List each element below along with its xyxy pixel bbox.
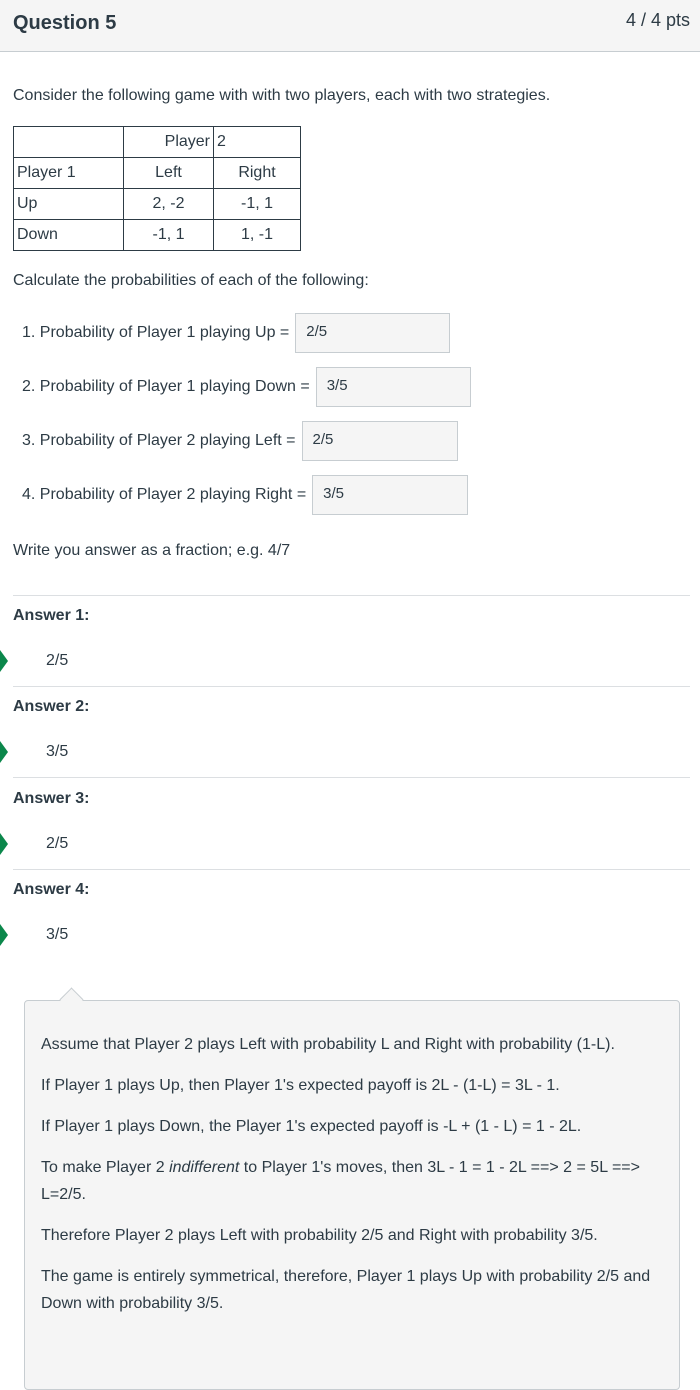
table-cell: 1, -1 <box>213 219 301 251</box>
table-cell <box>13 126 124 158</box>
answer-input[interactable]: 3/5 <box>312 475 469 515</box>
divider <box>13 686 690 687</box>
table-cell: Left <box>123 157 214 189</box>
table-cell: 2, -2 <box>123 188 214 220</box>
points-label: 4 / 4 pts <box>625 10 690 30</box>
feedback-paragraph: If Player 1 plays Up, then Player 1's ex… <box>41 1077 560 1094</box>
correct-arrow-icon <box>0 833 8 855</box>
item-label: 2. Probability of Player 1 playing Down … <box>22 378 310 395</box>
divider <box>13 595 690 596</box>
question-item: 3. Probability of Player 2 playing Left … <box>22 420 458 462</box>
divider <box>13 869 690 870</box>
question-header: Question 5 4 / 4 pts <box>0 0 700 52</box>
table-cell: Up <box>13 188 124 220</box>
feedback-paragraph: The game is entirely symmetrical, theref… <box>41 1268 651 1312</box>
answer-value: 3/5 <box>46 926 69 943</box>
feedback-comment: Assume that Player 2 plays Left with pro… <box>24 987 680 1390</box>
feedback-paragraph: To make Player 2 indifferent to Player 1… <box>41 1154 665 1208</box>
correct-arrow-icon <box>0 650 8 672</box>
table-cell: Player 1 <box>13 157 124 189</box>
table-cell: Down <box>13 219 124 251</box>
item-label: 1. Probability of Player 1 playing Up = <box>22 324 290 341</box>
answer-value: 2/5 <box>46 835 69 852</box>
answer-label: Answer 1: <box>13 607 90 624</box>
answer-label: Answer 3: <box>13 790 90 807</box>
fraction-instruction: Write you answer as a fraction; e.g. 4/7 <box>13 542 291 559</box>
answer-input[interactable]: 2/5 <box>295 313 451 353</box>
answer-input[interactable]: 2/5 <box>301 421 458 461</box>
payoff-table: Player 2 Player 1 Left Right Up 2, -2 -1… <box>13 126 301 251</box>
table-row: Up 2, -2 -1, 1 <box>13 188 301 220</box>
answer-input[interactable]: 3/5 <box>315 367 471 407</box>
feedback-body: Assume that Player 2 plays Left with pro… <box>41 1031 665 1331</box>
table-row: Down -1, 1 1, -1 <box>13 219 301 251</box>
item-label: 3. Probability of Player 2 playing Left … <box>22 432 296 449</box>
comment-notch <box>59 987 84 1012</box>
table-cell: Right <box>213 157 301 189</box>
question-item: 4. Probability of Player 2 playing Right… <box>22 474 469 516</box>
question-intro: Consider the following game with with tw… <box>13 87 551 104</box>
question-item: 2. Probability of Player 1 playing Down … <box>22 366 471 408</box>
item-label: 4. Probability of Player 2 playing Right… <box>22 486 307 503</box>
table-cell: -1, 1 <box>213 188 301 220</box>
correct-arrow-icon <box>0 741 8 763</box>
feedback-paragraph: Therefore Player 2 plays Left with proba… <box>41 1227 598 1244</box>
calc-instruction: Calculate the probabilities of each of t… <box>13 272 369 289</box>
question-item: 1. Probability of Player 1 playing Up = … <box>22 312 451 354</box>
answer-label: Answer 2: <box>13 698 90 715</box>
feedback-emphasis: indifferent <box>169 1159 240 1176</box>
feedback-paragraph: Assume that Player 2 plays Left with pro… <box>41 1036 615 1053</box>
table-row: Player 1 Left Right <box>13 157 301 189</box>
correct-arrow-icon <box>0 924 8 946</box>
answer-label: Answer 4: <box>13 881 90 898</box>
table-cell: 2 <box>213 126 301 158</box>
table-cell: Player <box>123 126 214 158</box>
divider <box>13 777 690 778</box>
answer-value: 3/5 <box>46 743 69 760</box>
question-title: Question 5 <box>13 12 117 34</box>
feedback-text: To make Player 2 <box>41 1159 170 1176</box>
table-row: Player 2 <box>13 126 301 158</box>
feedback-paragraph: If Player 1 plays Down, the Player 1's e… <box>41 1118 582 1135</box>
answer-value: 2/5 <box>46 652 69 669</box>
table-cell: -1, 1 <box>123 219 214 251</box>
